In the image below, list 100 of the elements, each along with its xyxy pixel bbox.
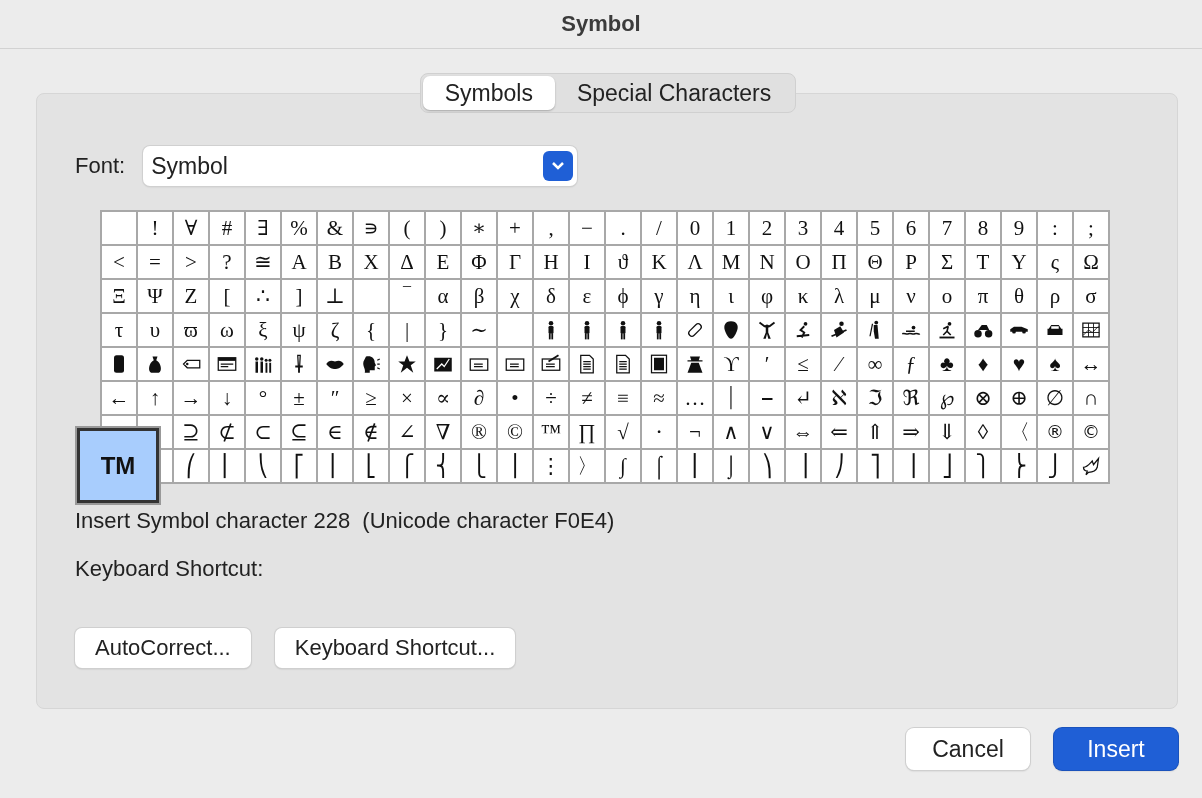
symbol-cell[interactable]: Η [534,246,570,280]
symbol-cell[interactable]: ″ [318,382,354,416]
symbol-cell[interactable]: 0 [678,212,714,246]
symbol-cell[interactable]: ƒ [894,348,930,382]
symbol-cell[interactable]: : [1038,212,1074,246]
symbol-cell[interactable]: ? [210,246,246,280]
symbol-cell[interactable]: ; [1074,212,1110,246]
symbol-cell[interactable]: 6 [894,212,930,246]
symbol-cell[interactable] [354,348,390,382]
panel-button[interactable]: Keyboard Shortcut... [274,628,516,668]
symbol-cell[interactable]: ∍ [354,212,390,246]
symbol-cell[interactable]: , [534,212,570,246]
symbol-cell[interactable]: ⎡ [282,450,318,484]
symbol-cell[interactable]: ⎦ [930,450,966,484]
symbol-cell[interactable] [750,314,786,348]
symbol-cell[interactable]: ℵ [822,382,858,416]
symbol-cell[interactable] [678,348,714,382]
symbol-cell[interactable]: Θ [858,246,894,280]
symbol-cell[interactable] [1038,314,1074,348]
symbol-cell[interactable]: ψ [282,314,318,348]
symbol-cell[interactable]: ↵ [786,382,822,416]
symbol-cell[interactable]: ⎞ [750,450,786,484]
symbol-cell[interactable]: ϕ [606,280,642,314]
symbol-cell[interactable] [462,348,498,382]
panel-button[interactable]: AutoCorrect... [75,628,251,668]
symbol-cell[interactable]: ∇ [426,416,462,450]
symbol-cell[interactable]: ⌠ [642,450,678,484]
symbol-cell[interactable]: ⇑ [858,416,894,450]
symbol-cell[interactable]: © [498,416,534,450]
symbol-cell[interactable]: % [282,212,318,246]
symbol-cell[interactable]: 1 [714,212,750,246]
symbol-cell[interactable]: β [462,280,498,314]
symbol-cell[interactable] [642,314,678,348]
symbol-cell[interactable]: ⎥ [894,450,930,484]
symbol-cell[interactable]: φ [750,280,786,314]
symbol-cell[interactable]: Γ [498,246,534,280]
symbol-cell[interactable]: ζ [318,314,354,348]
symbol-cell[interactable]: ± [282,382,318,416]
symbol-cell[interactable] [138,348,174,382]
symbol-cell[interactable]: ⇒ [894,416,930,450]
symbol-cell[interactable]: 7 [930,212,966,246]
symbol-cell[interactable]: Ε [426,246,462,280]
symbol-cell[interactable]: ) [426,212,462,246]
symbol-cell[interactable] [930,314,966,348]
symbol-cell[interactable]: . [606,212,642,246]
symbol-cell[interactable]: ν [894,280,930,314]
symbol-cell[interactable]: ⎪ [498,450,534,484]
symbol-cell[interactable]: ⊂ [246,416,282,450]
symbol-cell[interactable]: © [1074,416,1110,450]
symbol-cell[interactable]: ⎩ [462,450,498,484]
symbol-cell[interactable]: 〈 [1002,416,1038,450]
symbol-cell[interactable]: ⊄ [210,416,246,450]
symbol-cell[interactable] [894,314,930,348]
symbol-cell[interactable]: ∀ [174,212,210,246]
symbol-cell[interactable]: λ [822,280,858,314]
symbol-cell[interactable]: ↔ [1074,348,1110,382]
symbol-cell[interactable] [498,314,534,348]
symbol-cell[interactable] [822,314,858,348]
symbol-cell[interactable]: = [138,246,174,280]
symbol-cell[interactable] [282,348,318,382]
symbol-cell[interactable]: } [426,314,462,348]
symbol-cell[interactable]: ÷ [534,382,570,416]
symbol-cell[interactable]: ∧ [714,416,750,450]
symbol-cell[interactable]: ≥ [354,382,390,416]
symbol-cell[interactable]: ⎤ [858,450,894,484]
symbol-cell[interactable]: ⊇ [174,416,210,450]
symbol-cell[interactable]: Κ [642,246,678,280]
symbol-cell[interactable]: ′ [750,348,786,382]
symbol-cell[interactable]: ∝ [426,382,462,416]
symbol-cell[interactable]: − [570,212,606,246]
symbol-cell[interactable]: { [354,314,390,348]
symbol-cell[interactable]: ⎫ [966,450,1002,484]
symbol-cell[interactable]: ∼ [462,314,498,348]
symbol-cell[interactable]: ∅ [1038,382,1074,416]
symbol-cell[interactable]: ο [930,280,966,314]
symbol-cell[interactable]: ω [210,314,246,348]
symbol-cell[interactable]: # [210,212,246,246]
symbol-cell[interactable]: Ξ [102,280,138,314]
symbol-cell[interactable]: ↓ [210,382,246,416]
symbol-cell[interactable]: Σ [930,246,966,280]
symbol-cell[interactable]: Δ [390,246,426,280]
symbol-cell[interactable] [678,314,714,348]
symbol-cell[interactable]: Β [318,246,354,280]
symbol-cell[interactable] [534,314,570,348]
symbol-cell[interactable]: ‾ [390,280,426,314]
symbol-cell[interactable] [534,348,570,382]
symbol-cell[interactable]: ξ [246,314,282,348]
symbol-cell[interactable] [210,348,246,382]
symbol-cell[interactable]: ] [282,280,318,314]
insert-button[interactable]: Insert [1054,728,1178,770]
symbol-cell[interactable]: [ [210,280,246,314]
symbol-cell[interactable] [786,314,822,348]
symbol-cell[interactable]: δ [534,280,570,314]
symbol-cell[interactable] [102,348,138,382]
symbol-cell[interactable]: ® [1038,416,1074,450]
symbol-cell[interactable]: ⌡ [714,450,750,484]
symbol-cell[interactable]: ® [462,416,498,450]
symbol-cell[interactable]: ! [138,212,174,246]
symbol-cell[interactable]: ≡ [606,382,642,416]
symbol-cell[interactable]: √ [606,416,642,450]
